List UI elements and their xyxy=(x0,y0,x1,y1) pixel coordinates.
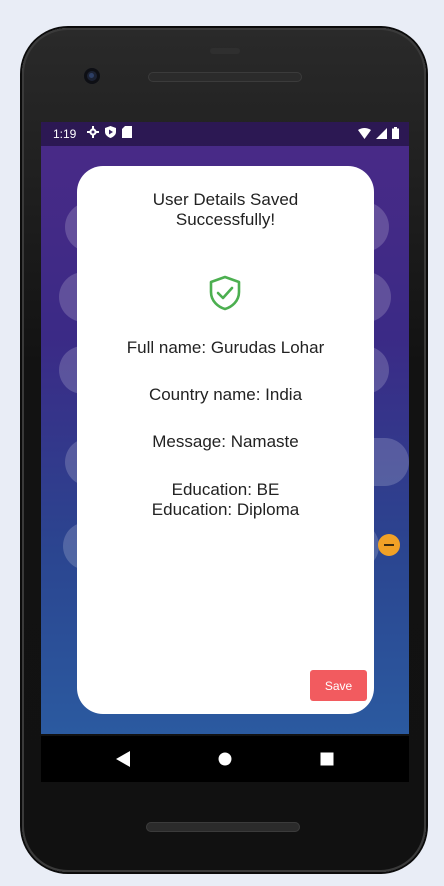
home-icon[interactable] xyxy=(218,751,232,767)
education-text-1: Education: BE xyxy=(171,480,280,499)
navigation-bar xyxy=(41,736,409,782)
wifi-icon xyxy=(358,127,371,139)
battery-icon xyxy=(392,127,399,139)
full-name-text: Full name: Gurudas Lohar xyxy=(126,338,325,357)
status-icons-right xyxy=(358,127,399,139)
status-bar: 1:19 xyxy=(41,122,409,146)
dialog-title: User Details Saved Successfully! xyxy=(152,190,299,229)
status-icons-left xyxy=(87,126,132,138)
sd-card-icon xyxy=(122,126,132,138)
status-time: 1:19 xyxy=(53,127,77,141)
settings-icon xyxy=(87,126,99,138)
front-camera xyxy=(84,68,100,84)
earpiece-speaker xyxy=(148,72,302,82)
background-remove-button xyxy=(378,534,400,556)
bottom-speaker xyxy=(146,822,300,832)
success-dialog: User Details Saved Successfully! Full na… xyxy=(77,166,374,714)
country-text: Country name: India xyxy=(148,385,303,404)
top-notch xyxy=(210,48,240,54)
message-text: Message: Namaste xyxy=(152,432,299,451)
education-text-2: Education: Diploma xyxy=(151,500,300,519)
back-icon[interactable] xyxy=(116,751,130,767)
shield-check-icon xyxy=(209,275,241,311)
save-button[interactable]: Save xyxy=(310,670,367,701)
recents-icon[interactable] xyxy=(320,751,334,767)
shield-play-icon xyxy=(105,126,116,138)
signal-icon xyxy=(376,127,387,139)
